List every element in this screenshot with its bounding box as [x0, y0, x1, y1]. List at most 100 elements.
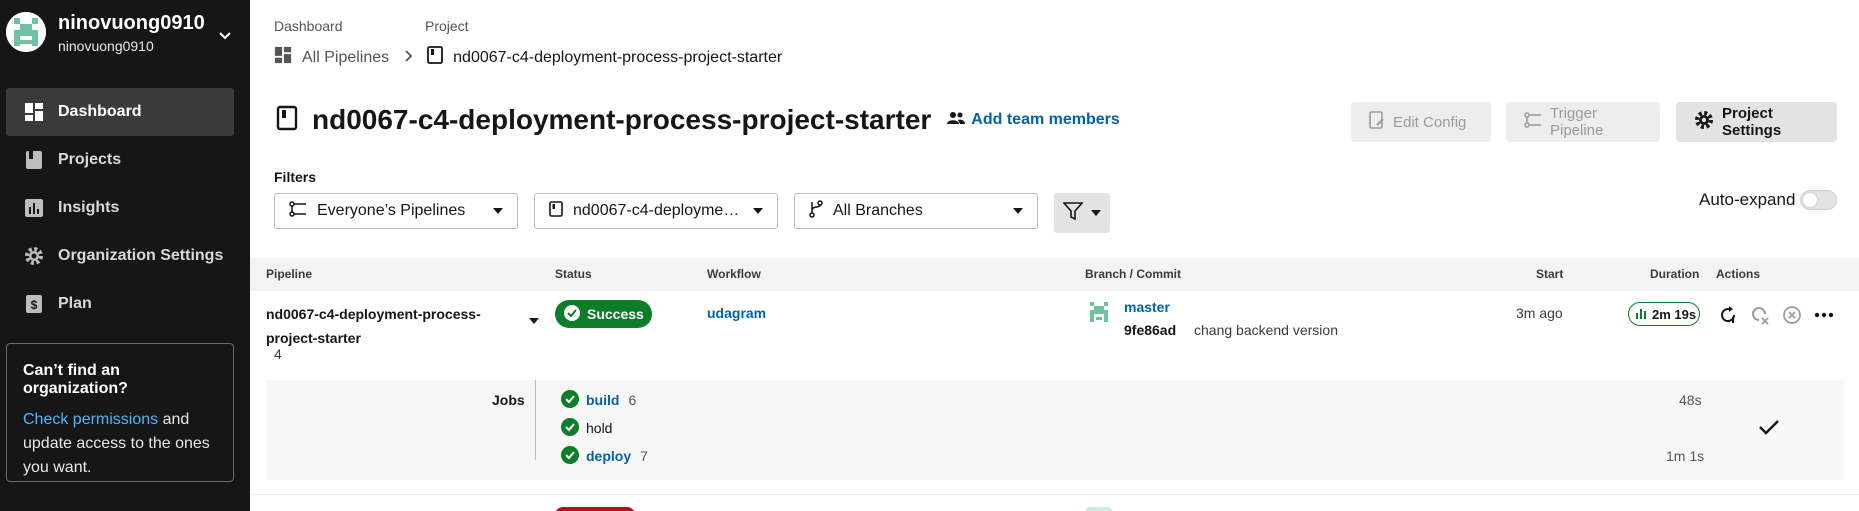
pipeline-owner-select[interactable]: Everyone’s Pipelines: [274, 193, 518, 229]
table-row: [250, 494, 1859, 511]
org-help-card: Can’t find an organization? Check permis…: [6, 343, 234, 482]
project-icon: [549, 200, 563, 222]
svg-text:$: $: [31, 298, 38, 312]
commit-sha[interactable]: 9fe86ad: [1124, 322, 1176, 338]
filter-lines-icon: [289, 200, 307, 222]
check-circle-icon: [561, 389, 579, 411]
job-name[interactable]: build: [586, 392, 619, 408]
sidebar-item-organization-settings[interactable]: Organization Settings: [6, 232, 234, 280]
all-pipelines-icon: [274, 46, 292, 69]
breadcrumb: All Pipelines nd0067-c4-deployment-proce…: [274, 46, 782, 69]
edit-config-label: Edit Config: [1393, 113, 1467, 131]
job-duration: 48s: [1679, 392, 1702, 408]
sidebar-item-dashboard[interactable]: Dashboard: [6, 88, 234, 136]
check-circle-icon: [561, 445, 579, 467]
org-name: ninovuong0910: [58, 12, 205, 34]
job-item[interactable]: hold: [561, 417, 612, 439]
help-title: Can’t find an organization?: [23, 362, 128, 397]
caret-down-icon: [493, 208, 503, 214]
project-select-value: nd0067-c4-deploymen…: [573, 202, 745, 219]
column-pipeline: Pipeline: [266, 267, 313, 281]
projects-icon: [24, 150, 44, 170]
advanced-filter-button[interactable]: [1054, 193, 1110, 233]
project-settings-button[interactable]: Project Settings: [1676, 102, 1837, 142]
column-actions: Actions: [1716, 267, 1761, 281]
sidebar: ninovuong0910 ninovuong0910 Dashboard Pr…: [0, 0, 250, 511]
sidebar-item-label: Organization Settings: [58, 247, 224, 264]
project-icon: [427, 46, 444, 69]
people-icon: [947, 111, 966, 130]
column-duration: Duration: [1650, 267, 1700, 281]
sidebar-item-plan[interactable]: $ Plan: [6, 280, 234, 328]
caret-down-icon: [753, 208, 763, 214]
job-duration: 1m 1s: [1666, 448, 1705, 464]
status-badge[interactable]: [555, 507, 635, 511]
sidebar-item-insights[interactable]: Insights: [6, 184, 234, 232]
rerun-icon[interactable]: [1717, 304, 1739, 326]
job-item[interactable]: build 6: [561, 389, 636, 411]
edit-config-button[interactable]: Edit Config: [1351, 102, 1491, 142]
workflow-link[interactable]: udagram: [707, 305, 766, 321]
approved-check-icon: [1758, 418, 1780, 441]
status-badge[interactable]: Success: [555, 300, 652, 328]
status-label: Success: [587, 306, 644, 322]
main-content: Dashboard Project All Pipelines nd0067-c…: [250, 0, 1859, 511]
pipeline-number: 4: [274, 346, 282, 362]
branch-select[interactable]: All Branches: [794, 193, 1038, 229]
check-permissions-link[interactable]: Check permissions: [23, 411, 158, 428]
sidebar-item-label: Insights: [58, 199, 120, 216]
plan-icon: $: [24, 294, 44, 314]
table-header: Pipeline Status Workflow Branch / Commit…: [250, 258, 1859, 291]
trigger-pipeline-button[interactable]: Trigger Pipeline: [1506, 102, 1660, 142]
auto-expand-label: Auto-expand: [1699, 190, 1796, 209]
cancel-icon[interactable]: [1781, 304, 1803, 326]
funnel-icon: [1062, 201, 1084, 225]
dashboard-icon: [24, 102, 44, 122]
breadcrumb-all-pipelines[interactable]: All Pipelines: [302, 49, 389, 67]
chevron-right-icon: [405, 49, 413, 67]
auto-expand-toggle[interactable]: [1800, 190, 1837, 210]
more-options-icon[interactable]: [1813, 304, 1835, 326]
pipeline-owner-value: Everyone’s Pipelines: [317, 202, 466, 219]
gear-icon: [24, 246, 44, 266]
job-item[interactable]: deploy 7: [561, 445, 648, 467]
breadcrumb-project-label: Project: [425, 18, 469, 34]
breadcrumb-project[interactable]: nd0067-c4-deployment-process-project-sta…: [453, 49, 782, 67]
bar-chart-icon: [1635, 307, 1647, 322]
sidebar-nav: Dashboard Projects Insights Organization…: [6, 88, 234, 328]
commit-message: chang backend version: [1194, 322, 1338, 338]
jobs-tree-line: [535, 380, 547, 460]
commit-author-avatar: [1086, 507, 1112, 511]
start-time: 3m ago: [1516, 305, 1563, 321]
sidebar-item-label: Plan: [58, 295, 92, 312]
toggle-knob: [1803, 193, 1817, 207]
project-settings-label: Project Settings: [1722, 105, 1782, 139]
chevron-down-icon[interactable]: [218, 28, 232, 46]
column-branch-commit: Branch / Commit: [1085, 267, 1182, 281]
org-switcher[interactable]: ninovuong0910 ninovuong0910: [6, 10, 242, 56]
project-select[interactable]: nd0067-c4-deploymen…: [534, 193, 778, 229]
column-start: Start: [1536, 267, 1564, 281]
check-circle-icon: [561, 417, 579, 439]
pipeline-icon: [1524, 112, 1542, 132]
project-icon: [276, 105, 298, 136]
org-avatar: [6, 12, 46, 52]
caret-down-icon: [1091, 210, 1101, 216]
job-name: hold: [586, 420, 613, 436]
branch-select-value: All Branches: [833, 202, 923, 219]
add-team-members-link[interactable]: Add team members: [947, 111, 1120, 130]
job-name[interactable]: deploy: [586, 448, 631, 464]
help-text: Check permissions and update access to t…: [23, 408, 217, 480]
duration-badge[interactable]: 2m 19s: [1628, 302, 1700, 326]
caret-down-icon[interactable]: [529, 311, 539, 329]
pipeline-name[interactable]: nd0067-c4-deployment-process-project-sta…: [266, 302, 486, 350]
filters-label: Filters: [274, 169, 317, 185]
rerun-failed-icon[interactable]: [1749, 304, 1771, 326]
sidebar-item-projects[interactable]: Projects: [6, 136, 234, 184]
column-workflow: Workflow: [707, 267, 761, 281]
page-header: nd0067-c4-deployment-process-project-sta…: [276, 104, 1120, 136]
sidebar-item-label: Projects: [58, 151, 122, 168]
breadcrumb-dashboard-label: Dashboard: [274, 18, 343, 34]
branch-link[interactable]: master: [1124, 299, 1170, 315]
jobs-panel: Jobs build 6 hold deploy 7 48s 1m 1s: [266, 380, 1844, 480]
